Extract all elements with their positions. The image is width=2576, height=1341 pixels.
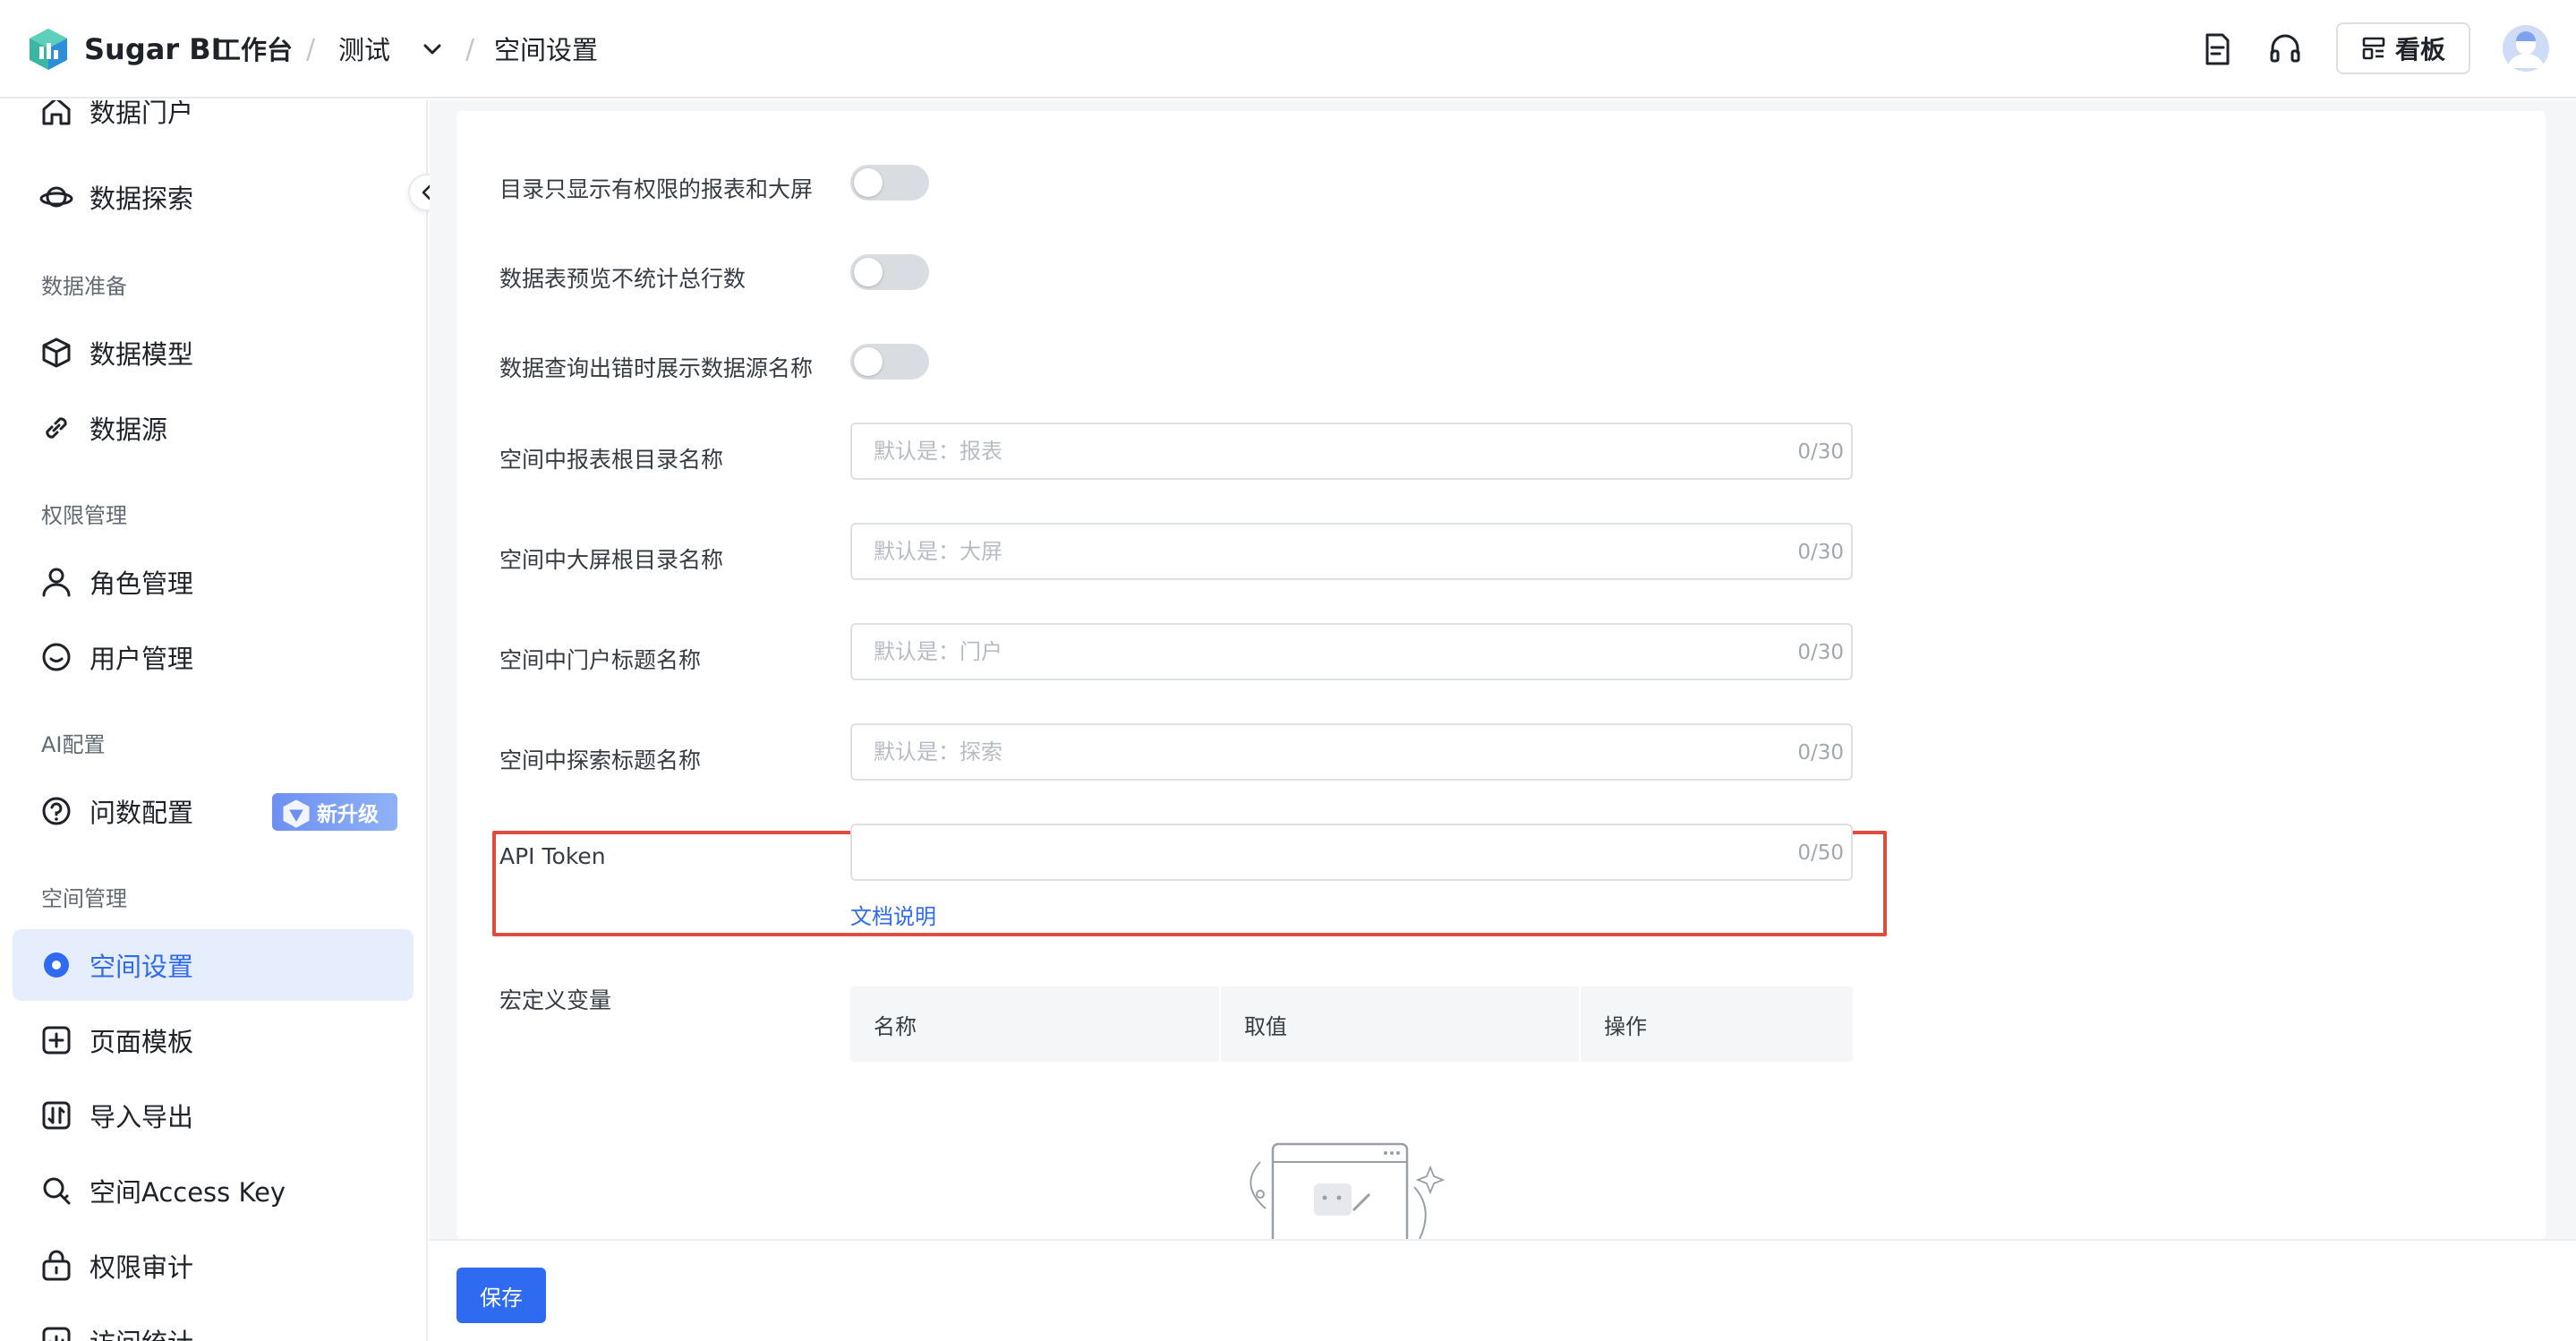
toggle-error-datasource[interactable] [850,344,929,380]
link-icon [46,417,67,439]
sidebar-item-label: 导入导出 [90,1102,194,1132]
char-counter: 0/30 [1797,741,1844,764]
api-token-input[interactable] [850,824,1853,881]
settings-card: 目录只显示有权限的报表和大屏 数据表预览不统计总行数 数据查询出错时展示数据源名… [456,111,2546,1239]
sidebar-group-permission: 权限管理 [41,503,127,528]
sidebar-item-space-settings[interactable]: 空间设置 [13,929,414,1001]
table-header-name: 名称 [850,987,1221,1062]
sidebar-item-label: 数据门户 [90,100,194,128]
sidebar-item-label: 页面模板 [90,1027,194,1057]
input-label-portal-title: 空间中门户标题名称 [499,647,702,673]
sidebar-item-label: 数据源 [90,414,168,445]
toggle-label-preview-rowcount: 数据表预览不统计总行数 [499,266,746,292]
user-icon [42,568,71,597]
sidebar-item-label: 空间设置 [90,952,194,982]
user-avatar[interactable] [2503,25,2549,72]
portal-title-input[interactable] [850,623,1853,680]
macro-variables-table: 名称 取值 操作 [850,987,1853,1062]
char-counter: 0/30 [1797,440,1844,464]
breadcrumb-separator: / [306,34,316,65]
char-counter: 0/30 [1797,541,1844,564]
breadcrumb-workspace[interactable]: 测试 [338,30,390,70]
diamond-icon [283,799,310,828]
input-label-screen-root: 空间中大屏根目录名称 [499,547,724,573]
sidebar-item-label: 数据模型 [90,339,194,370]
toggle-label-error-datasource: 数据查询出错时展示数据源名称 [499,355,814,381]
question-icon [42,797,71,825]
sidebar-group-ai-config: AI配置 [41,732,106,757]
sidebar-item-label: 访问统计 [90,1322,193,1341]
sidebar-item-data-portal[interactable]: 数据门户 [13,100,414,147]
chevron-down-icon[interactable] [417,34,448,64]
dashboard-icon [2362,37,2385,60]
macro-variables-label: 宏定义变量 [499,987,612,1013]
documentation-link[interactable]: 文档说明 [850,899,936,930]
table-header-action: 操作 [1604,1013,1647,1039]
sidebar-item-label: 角色管理 [90,568,194,599]
sidebar-item-page-template[interactable]: 页面模板 [13,1004,414,1076]
screen-root-name-input[interactable] [850,523,1853,580]
audit-icon [42,1250,71,1281]
sidebar-item-access-key[interactable]: 空间Access Key [13,1155,414,1226]
brand-name: Sugar BI [84,32,222,66]
input-label-report-root: 空间中报表根目录名称 [499,447,724,473]
save-button[interactable]: 保存 [456,1268,546,1323]
sidebar-item-user-management[interactable]: 用户管理 [13,621,414,693]
table-header-value: 取值 [1221,987,1581,1062]
report-root-name-input[interactable] [850,423,1853,480]
char-counter: 0/30 [1797,641,1844,664]
footer-bar: 保存 [430,1239,2576,1341]
api-token-label: API Token [499,843,606,869]
avatar-icon [2503,25,2549,72]
sidebar-item-label: 权限审计 [90,1252,194,1283]
sidebar-item-permission-audit[interactable]: 权限审计 [13,1230,414,1302]
sidebar-item-label: 问数配置 [90,798,194,828]
headset-support-icon[interactable] [2266,30,2304,68]
sugar-bi-logo-icon[interactable] [27,27,70,72]
key-icon [43,1177,71,1205]
sidebar-item-role-management[interactable]: 角色管理 [13,546,414,618]
char-counter: 0/50 [1797,841,1844,865]
document-icon[interactable] [2198,30,2236,68]
sidebar-item-data-explore[interactable]: 数据探索 [13,161,414,233]
breadcrumb-current-page: 空间设置 [494,35,599,65]
sidebar-item-import-export[interactable]: 导入导出 [13,1080,414,1151]
user-circle-icon [42,643,71,671]
explore-title-input[interactable] [850,723,1853,781]
toggle-preview-rowcount[interactable] [850,254,929,290]
sidebar-item-qa-config[interactable]: 问数配置 新升级 [13,775,414,847]
workbench-link[interactable]: 工作台 [215,30,293,70]
sidebar-item-label: 数据探索 [90,184,194,214]
main-content: 目录只显示有权限的报表和大屏 数据表预览不统计总行数 数据查询出错时展示数据源名… [430,100,2576,1239]
cube-icon [42,337,71,368]
planet-icon [39,186,73,208]
sidebar-item-label: 用户管理 [90,644,194,674]
sidebar-item-label: 空间Access Key [90,1177,286,1208]
top-header: Sugar BI 工作台 / 测试 / 空间设置 看板 [0,0,2576,98]
badge-label: 新升级 [317,803,379,826]
template-icon [42,1026,71,1055]
sidebar-group-data-prep: 数据准备 [41,274,127,299]
breadcrumb-separator: / [465,34,475,65]
settings-icon [44,952,69,978]
stats-icon [42,1327,71,1341]
sidebar-item-data-model[interactable]: 数据模型 [13,317,414,389]
dashboard-button-label: 看板 [2394,35,2445,64]
new-upgrade-badge: 新升级 [272,793,397,831]
toggle-permission-catalog[interactable] [850,165,929,201]
import-export-icon [42,1101,71,1130]
empty-state-illustration [1250,1142,1446,1239]
sidebar-item-data-source[interactable]: 数据源 [13,392,414,464]
dashboard-button[interactable]: 看板 [2336,22,2470,74]
home-icon [42,100,71,125]
sidebar: 数据门户 数据探索 数据准备 数据模型 数据源 权限管理 角色管理 用户管理 A… [0,100,428,1341]
sidebar-group-space-management: 空间管理 [41,886,127,911]
toggle-label-permission-catalog: 目录只显示有权限的报表和大屏 [499,176,814,202]
sidebar-item-access-stats[interactable]: 访问统计 [13,1305,414,1341]
input-label-explore-title: 空间中探索标题名称 [499,747,702,773]
